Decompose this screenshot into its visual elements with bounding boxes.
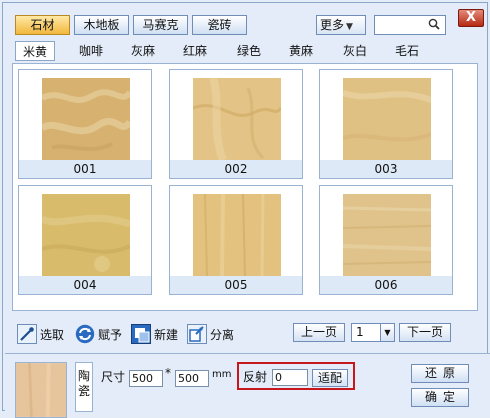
tile-caption: 001 [19, 160, 151, 178]
close-button[interactable]: X [458, 9, 484, 27]
size-label: 尺寸 [101, 370, 126, 384]
wood-texture-thumbnail [193, 194, 281, 276]
material-grid: 001 002 003 004 005 006 [12, 63, 478, 311]
new-label: 新建 [154, 327, 179, 342]
refresh-icon [75, 324, 95, 344]
marble-texture-thumbnail [42, 194, 130, 276]
marble-texture-thumbnail [343, 78, 431, 160]
material-tile-002[interactable]: 002 [169, 69, 303, 179]
subtab-beige[interactable]: 米黄 [15, 41, 55, 61]
triangle-down-icon: ▼ [346, 22, 353, 32]
width-input[interactable]: 500 [129, 370, 163, 387]
eyedropper-icon [17, 324, 37, 344]
material-properties: 陶瓷 尺寸 500 * 500 mm 反射 0 适配 还原 确定 [5, 353, 490, 418]
material-browser-panel: 石材 木地板 马赛克 瓷砖 更多 ▼ X 米黄 咖啡 灰麻 红麻 绿色 黄麻 灰白… [2, 2, 490, 418]
tab-wood-floor[interactable]: 木地板 [74, 15, 129, 35]
material-tile-006[interactable]: 006 [319, 185, 453, 295]
subtab-green[interactable]: 绿色 [229, 41, 269, 61]
separate-icon [187, 324, 207, 344]
material-tile-003[interactable]: 003 [319, 69, 453, 179]
tile-caption: 002 [170, 160, 302, 178]
page-number: 1 [356, 325, 364, 339]
restore-button[interactable]: 还原 [411, 364, 469, 383]
pick-tool[interactable]: 选取 [17, 323, 64, 345]
confirm-button[interactable]: 确定 [411, 388, 469, 407]
chevron-down-icon[interactable]: ▼ [380, 324, 394, 341]
search-icon[interactable] [428, 18, 440, 30]
new-material-icon [131, 324, 151, 344]
subcategory-tabs: 米黄 咖啡 灰麻 红麻 绿色 黄麻 灰白 毛石 [15, 41, 485, 63]
subtab-red-granite[interactable]: 红麻 [175, 41, 215, 61]
apply-button[interactable]: 适配 [312, 369, 348, 387]
assign-tool[interactable]: 赋予 [75, 323, 122, 345]
new-tool[interactable]: 新建 [131, 323, 178, 345]
search-input[interactable] [374, 15, 446, 35]
tile-caption: 003 [320, 160, 452, 178]
page-select[interactable]: 1 ▼ [351, 323, 395, 342]
subtab-yellow-granite[interactable]: 黄麻 [281, 41, 321, 61]
tab-mosaic[interactable]: 马赛克 [133, 15, 188, 35]
reflect-label: 反射 [243, 370, 268, 384]
height-input[interactable]: 500 [175, 370, 209, 387]
subtab-rubble[interactable]: 毛石 [387, 41, 427, 61]
separate-label: 分离 [210, 327, 235, 342]
subtab-gray-granite[interactable]: 灰麻 [123, 41, 163, 61]
material-tile-001[interactable]: 001 [18, 69, 152, 179]
pick-label: 选取 [40, 327, 65, 342]
next-page-button[interactable]: 下一页 [399, 323, 451, 342]
material-preview [15, 362, 67, 418]
subtab-gray-white[interactable]: 灰白 [335, 41, 375, 61]
marble-texture-thumbnail [42, 78, 130, 160]
tile-caption: 006 [320, 276, 452, 294]
material-tile-004[interactable]: 004 [18, 185, 152, 295]
tile-caption: 005 [170, 276, 302, 294]
times-symbol: * [165, 366, 171, 380]
unit-label: mm [212, 369, 232, 380]
assign-label: 赋予 [98, 327, 123, 342]
marble-texture-thumbnail [193, 78, 281, 160]
material-tile-005[interactable]: 005 [169, 185, 303, 295]
separate-tool[interactable]: 分离 [187, 323, 234, 345]
material-type-label: 陶瓷 [75, 362, 93, 412]
category-tabs: 石材 木地板 马赛克 瓷砖 [15, 15, 247, 35]
more-label: 更多 [320, 18, 345, 32]
more-button[interactable]: 更多 ▼ [316, 15, 366, 35]
reflect-input[interactable]: 0 [272, 369, 308, 386]
subtab-coffee[interactable]: 咖啡 [71, 41, 111, 61]
tab-stone[interactable]: 石材 [15, 15, 70, 35]
travertine-texture-thumbnail [343, 194, 431, 276]
tab-tile[interactable]: 瓷砖 [192, 15, 247, 35]
prev-page-button[interactable]: 上一页 [293, 323, 345, 342]
tile-caption: 004 [19, 276, 151, 294]
